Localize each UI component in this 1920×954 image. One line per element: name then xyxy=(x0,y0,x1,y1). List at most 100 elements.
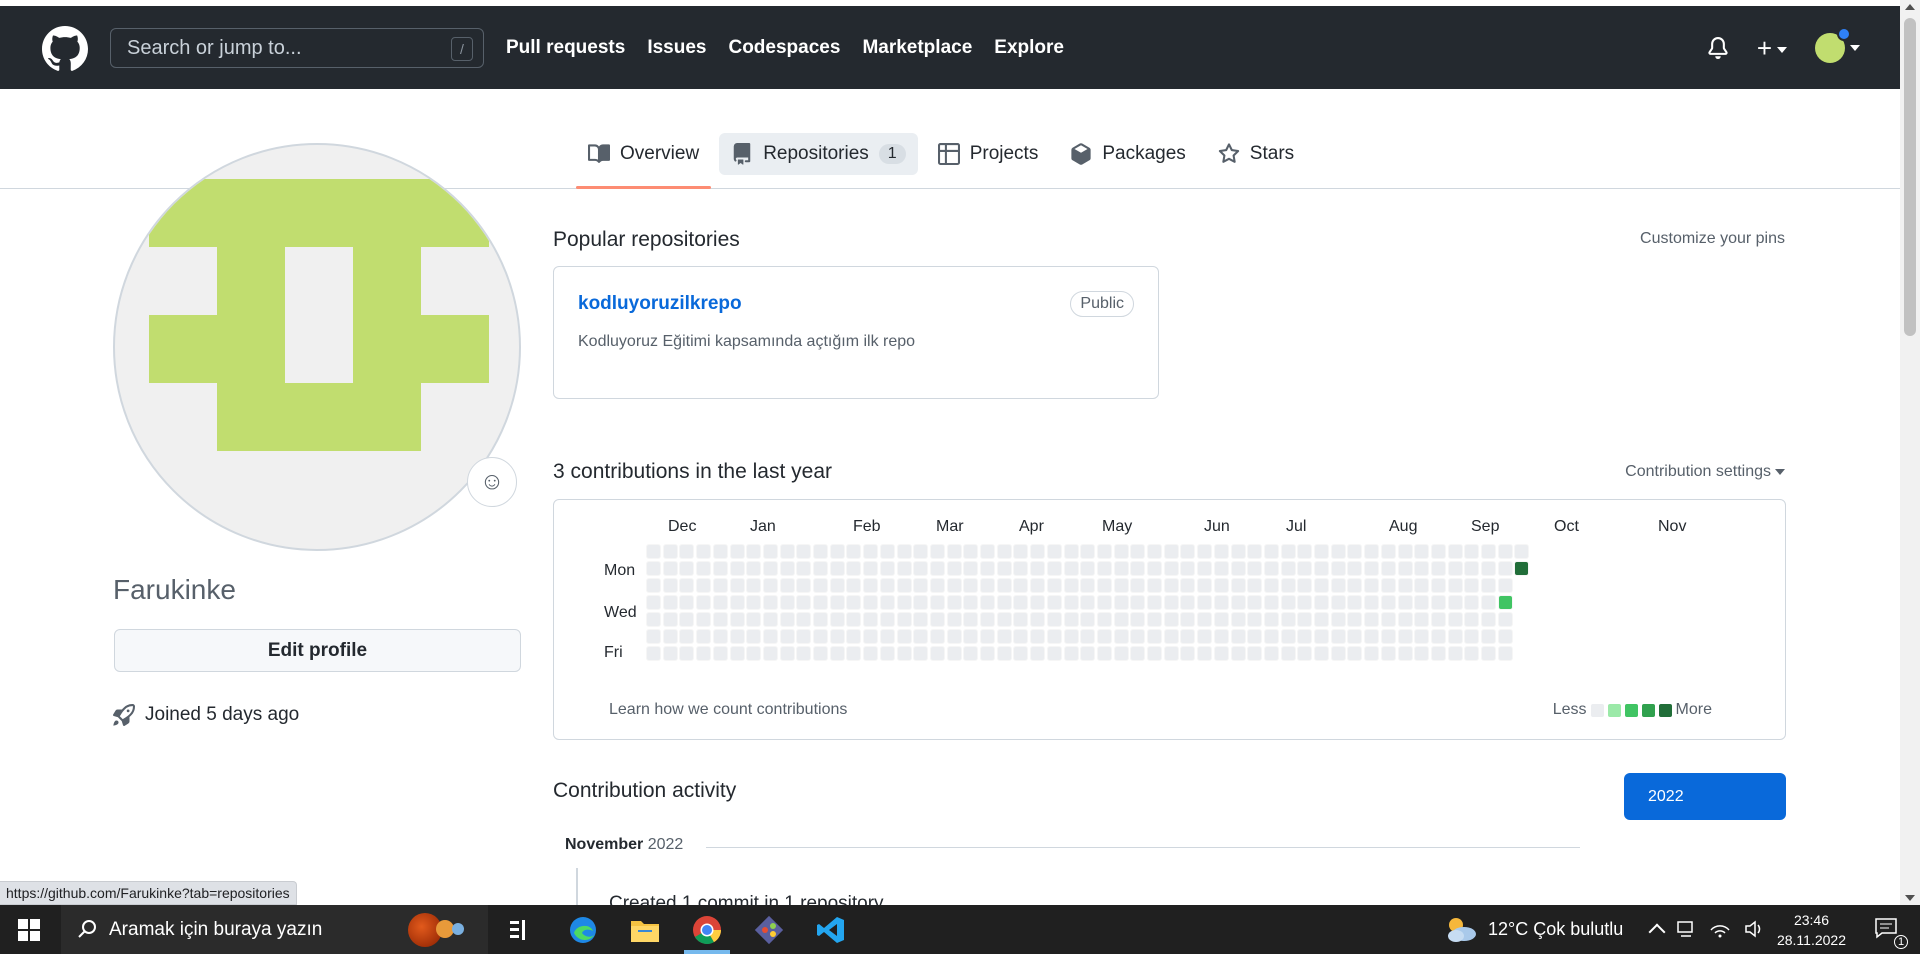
contribution-cell[interactable] xyxy=(1197,629,1213,644)
contribution-cell[interactable] xyxy=(696,561,712,576)
contribution-cell[interactable] xyxy=(896,595,912,610)
learn-contributions-link[interactable]: Learn how we count contributions xyxy=(609,701,847,719)
contribution-cell[interactable] xyxy=(946,629,962,644)
contribution-cell[interactable] xyxy=(896,629,912,644)
contribution-cell[interactable] xyxy=(1380,578,1396,593)
contribution-cell[interactable] xyxy=(846,612,862,627)
contribution-cell[interactable] xyxy=(946,646,962,661)
vscode-icon[interactable] xyxy=(816,915,846,945)
contribution-cell[interactable] xyxy=(863,544,879,559)
contribution-cell[interactable] xyxy=(679,629,695,644)
notification-center-button[interactable]: 1 xyxy=(1874,917,1908,949)
taskbar-search-input[interactable]: Aramak için buraya yazın xyxy=(61,905,488,954)
contribution-cell[interactable] xyxy=(762,629,778,644)
contribution-cell[interactable] xyxy=(1414,578,1430,593)
contribution-cell[interactable] xyxy=(662,629,678,644)
task-view-icon[interactable] xyxy=(505,915,535,945)
contribution-cell[interactable] xyxy=(996,544,1012,559)
contribution-cell[interactable] xyxy=(1096,646,1112,661)
contribution-cell[interactable] xyxy=(696,595,712,610)
contribution-cell[interactable] xyxy=(1263,612,1279,627)
contribution-cell[interactable] xyxy=(1013,612,1029,627)
contribution-cell[interactable] xyxy=(1430,561,1446,576)
contribution-cell[interactable] xyxy=(1397,646,1413,661)
contribution-cell[interactable] xyxy=(1280,578,1296,593)
tab-stars[interactable]: Stars xyxy=(1206,133,1306,175)
contribution-cell[interactable] xyxy=(1030,646,1046,661)
contribution-cell[interactable] xyxy=(779,612,795,627)
contribution-cell[interactable] xyxy=(1347,544,1363,559)
contribution-cell[interactable] xyxy=(662,595,678,610)
contribution-cell[interactable] xyxy=(863,595,879,610)
contribution-cell[interactable] xyxy=(1213,646,1229,661)
contribution-cell[interactable] xyxy=(829,561,845,576)
contribution-cell[interactable] xyxy=(863,578,879,593)
contribution-cell[interactable] xyxy=(1030,578,1046,593)
contribution-cell[interactable] xyxy=(1447,561,1463,576)
contribution-cell[interactable] xyxy=(1464,612,1480,627)
contribution-cell[interactable] xyxy=(712,612,728,627)
contribution-cell[interactable] xyxy=(829,646,845,661)
contribution-cell[interactable] xyxy=(1113,646,1129,661)
contribution-cell[interactable] xyxy=(1380,544,1396,559)
contribution-cell[interactable] xyxy=(662,578,678,593)
repo-name-link[interactable]: kodluyoruzilkrepo xyxy=(578,293,742,315)
contribution-cell[interactable] xyxy=(696,646,712,661)
contribution-cell[interactable] xyxy=(1197,544,1213,559)
contribution-cell[interactable] xyxy=(1380,561,1396,576)
contribution-cell[interactable] xyxy=(1046,595,1062,610)
contribution-cell[interactable] xyxy=(746,646,762,661)
contribution-cell[interactable] xyxy=(813,578,828,593)
contribution-cell[interactable] xyxy=(996,612,1012,627)
chevron-up-icon[interactable] xyxy=(1648,923,1666,941)
contribution-cell[interactable] xyxy=(1481,578,1496,593)
year-2022-button[interactable]: 2022 xyxy=(1624,773,1786,820)
contribution-cell[interactable] xyxy=(1180,629,1196,644)
contribution-cell[interactable] xyxy=(1113,629,1129,644)
contribution-cell[interactable] xyxy=(1297,629,1313,644)
contribution-cell[interactable] xyxy=(1330,544,1346,559)
contribution-cell[interactable] xyxy=(1013,595,1029,610)
contribution-cell[interactable] xyxy=(963,612,979,627)
contribution-cell[interactable] xyxy=(1364,544,1380,559)
contribution-cell[interactable] xyxy=(846,646,862,661)
contribution-cell[interactable] xyxy=(1330,646,1346,661)
contribution-cell[interactable] xyxy=(846,595,862,610)
contribution-cell[interactable] xyxy=(1163,612,1179,627)
contribution-cell[interactable] xyxy=(946,544,962,559)
contribution-cell[interactable] xyxy=(1263,595,1279,610)
tab-projects[interactable]: Projects xyxy=(926,133,1051,175)
windows-start-icon[interactable] xyxy=(18,919,40,941)
contribution-cell[interactable] xyxy=(980,646,995,661)
contribution-cell[interactable] xyxy=(1464,595,1480,610)
contribution-cell[interactable] xyxy=(1464,561,1480,576)
contribution-cell[interactable] xyxy=(729,544,745,559)
contribution-cell[interactable] xyxy=(1180,612,1196,627)
contribution-cell[interactable] xyxy=(1314,646,1329,661)
contribution-cell[interactable] xyxy=(1180,595,1196,610)
contribution-cell[interactable] xyxy=(1113,561,1129,576)
contribution-cell[interactable] xyxy=(963,595,979,610)
contribution-cell[interactable] xyxy=(913,646,929,661)
contribution-cell[interactable] xyxy=(829,595,845,610)
contribution-cell[interactable] xyxy=(712,544,728,559)
contribution-cell[interactable] xyxy=(1213,544,1229,559)
contribution-cell[interactable] xyxy=(879,578,895,593)
contribution-cell[interactable] xyxy=(1247,561,1263,576)
contribution-cell[interactable] xyxy=(1430,646,1446,661)
contribution-cell[interactable] xyxy=(646,646,661,661)
contribution-cell[interactable] xyxy=(1414,561,1430,576)
contribution-cell[interactable] xyxy=(1147,595,1162,610)
contribution-cell[interactable] xyxy=(879,595,895,610)
contribution-cell[interactable] xyxy=(1280,629,1296,644)
contribution-cell[interactable] xyxy=(929,578,945,593)
contribution-cell[interactable] xyxy=(1514,561,1530,576)
contribution-cell[interactable] xyxy=(963,646,979,661)
search-input[interactable]: Search or jump to... / xyxy=(110,28,484,68)
contribution-cell[interactable] xyxy=(662,544,678,559)
customize-pins-link[interactable]: Customize your pins xyxy=(1640,230,1785,248)
contribution-cell[interactable] xyxy=(646,578,661,593)
contribution-cell[interactable] xyxy=(846,561,862,576)
contribution-cell[interactable] xyxy=(1297,646,1313,661)
contribution-cell[interactable] xyxy=(1447,629,1463,644)
